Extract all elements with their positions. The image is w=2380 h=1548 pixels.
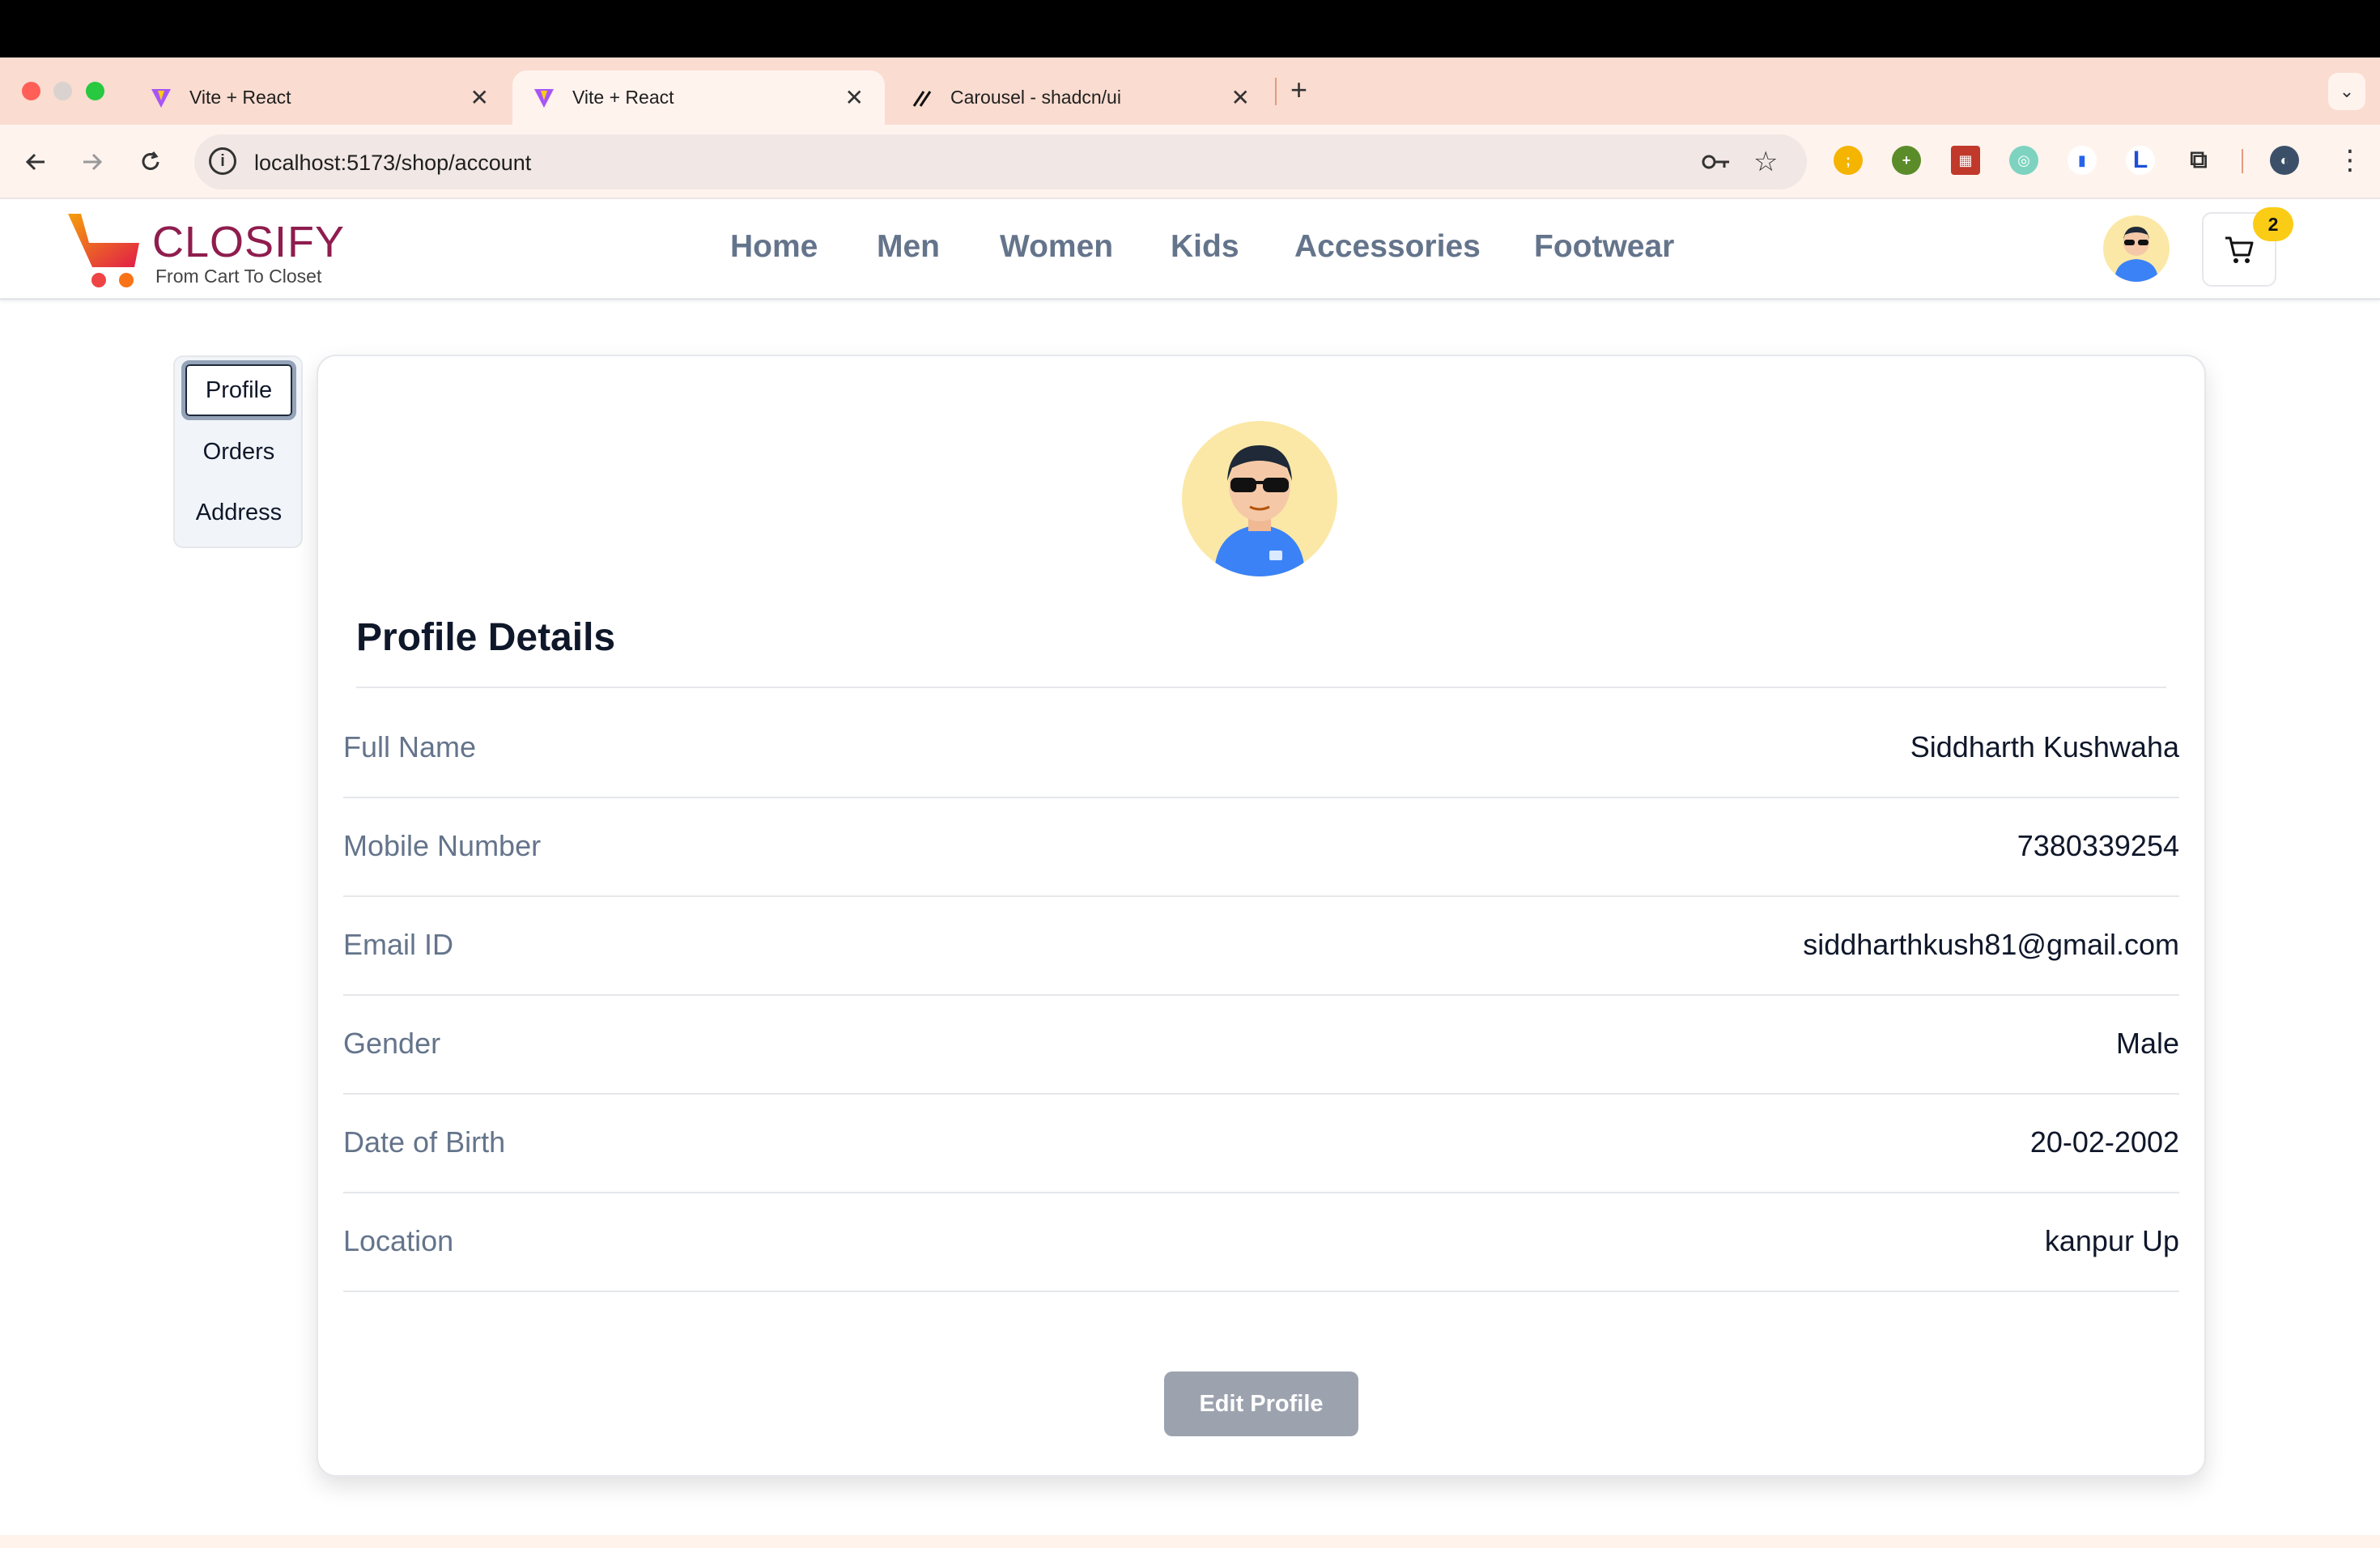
address-bar[interactable]: i localhost:5173/shop/account ☆ xyxy=(194,134,1807,189)
nav-footwear[interactable]: Footwear xyxy=(1534,229,1674,265)
brand-logo[interactable]: CLOSIFY From Cart To Closet xyxy=(65,211,344,291)
tab-search-chevron-icon[interactable]: ⌄ xyxy=(2328,73,2365,110)
profile-field-row: Mobile Number 7380339254 xyxy=(343,798,2179,897)
back-arrow-icon[interactable] xyxy=(19,146,52,178)
browser-menu-icon[interactable]: ⋮ xyxy=(2336,144,2364,176)
extension-icon[interactable]: ▦ xyxy=(1951,146,1980,175)
extensions-puzzle-icon[interactable]: ⧉ xyxy=(2184,146,2213,175)
close-tab-icon[interactable]: ✕ xyxy=(470,84,489,111)
field-label: Mobile Number xyxy=(343,829,542,862)
profile-field-row: Gender Male xyxy=(343,996,2179,1095)
field-label: Date of Birth xyxy=(343,1125,506,1159)
user-avatar[interactable] xyxy=(2103,215,2170,282)
field-value: Male xyxy=(2115,1027,2179,1060)
toolbar-separator xyxy=(2242,149,2243,173)
bookmark-star-icon[interactable]: ☆ xyxy=(1753,146,1778,178)
brand-name: CLOSIFY xyxy=(152,218,346,266)
forward-arrow-icon[interactable] xyxy=(76,146,108,178)
nav-accessories[interactable]: Accessories xyxy=(1294,229,1481,265)
tab-address[interactable]: Address xyxy=(181,483,296,542)
field-value: 7380339254 xyxy=(2017,829,2179,862)
profile-avatar xyxy=(1182,421,1337,576)
tab-orders[interactable]: Orders xyxy=(181,422,296,482)
brand-tagline: From Cart To Closet xyxy=(155,266,322,287)
password-key-icon[interactable] xyxy=(1700,147,1732,181)
url-text: localhost:5173/shop/account xyxy=(254,151,532,175)
tab-title: Vite + React xyxy=(572,87,674,108)
field-value: siddharthkush81@gmail.com xyxy=(1803,928,2179,961)
profile-field-row: Location kanpur Up xyxy=(343,1193,2179,1292)
profile-avatar-icon[interactable]: ◐ xyxy=(2270,146,2299,175)
profile-field-row: Full Name Siddharth Kushwaha xyxy=(343,700,2179,798)
field-value: kanpur Up xyxy=(2044,1224,2179,1257)
tab-profile[interactable]: Profile xyxy=(181,360,296,420)
browser-tab[interactable]: Vite + React ✕ xyxy=(130,70,510,125)
reload-icon[interactable] xyxy=(134,146,167,178)
nav-men[interactable]: Men xyxy=(877,229,940,265)
extension-icon[interactable]: ▮ xyxy=(2068,146,2097,175)
footer-strip xyxy=(0,1535,2380,1548)
nav-kids[interactable]: Kids xyxy=(1171,229,1239,265)
close-window-button[interactable] xyxy=(22,82,40,100)
field-label: Email ID xyxy=(343,928,454,961)
extension-icon[interactable]: ◎ xyxy=(2009,146,2038,175)
extension-icon[interactable]: L xyxy=(2126,146,2155,175)
divider xyxy=(356,687,2166,688)
field-label: Location xyxy=(343,1224,454,1257)
field-label: Gender xyxy=(343,1027,441,1060)
edit-profile-button[interactable]: Edit Profile xyxy=(1164,1372,1358,1436)
tab-separator xyxy=(1275,78,1277,105)
close-tab-icon[interactable]: ✕ xyxy=(845,84,864,111)
screen-top-bar xyxy=(0,0,2380,57)
shadcn-icon xyxy=(910,86,934,110)
tab-title: Carousel - shadcn/ui xyxy=(950,87,1121,108)
browser-tab-active[interactable]: Vite + React ✕ xyxy=(512,70,885,125)
shopping-cart-icon xyxy=(2225,236,2254,263)
profile-field-row: Date of Birth 20-02-2002 xyxy=(343,1095,2179,1193)
shopping-cart-logo-icon xyxy=(68,214,139,287)
field-value: 20-02-2002 xyxy=(2029,1125,2179,1159)
browser-tab[interactable]: Carousel - shadcn/ui ✕ xyxy=(890,70,1271,125)
extension-icon[interactable]: + xyxy=(1892,146,1921,175)
cart-count-badge: 2 xyxy=(2253,207,2293,241)
vite-icon xyxy=(532,86,556,110)
extension-icon[interactable]: ; xyxy=(1834,146,1863,175)
close-tab-icon[interactable]: ✕ xyxy=(1231,84,1250,111)
minimize-window-button[interactable] xyxy=(53,82,72,100)
zoom-window-button[interactable] xyxy=(86,82,104,100)
site-info-icon[interactable]: i xyxy=(209,147,236,175)
tab-title: Vite + React xyxy=(189,87,291,108)
section-title: Profile Details xyxy=(356,616,616,659)
profile-field-row: Email ID siddharthkush81@gmail.com xyxy=(343,897,2179,996)
nav-women[interactable]: Women xyxy=(1000,229,1113,265)
account-side-tabs: Profile Orders Address xyxy=(173,355,303,548)
nav-home[interactable]: Home xyxy=(730,229,818,265)
vite-icon xyxy=(149,86,173,110)
new-tab-button[interactable]: + xyxy=(1290,73,1307,107)
field-label: Full Name xyxy=(343,730,477,763)
field-value: Siddharth Kushwaha xyxy=(1910,730,2179,763)
